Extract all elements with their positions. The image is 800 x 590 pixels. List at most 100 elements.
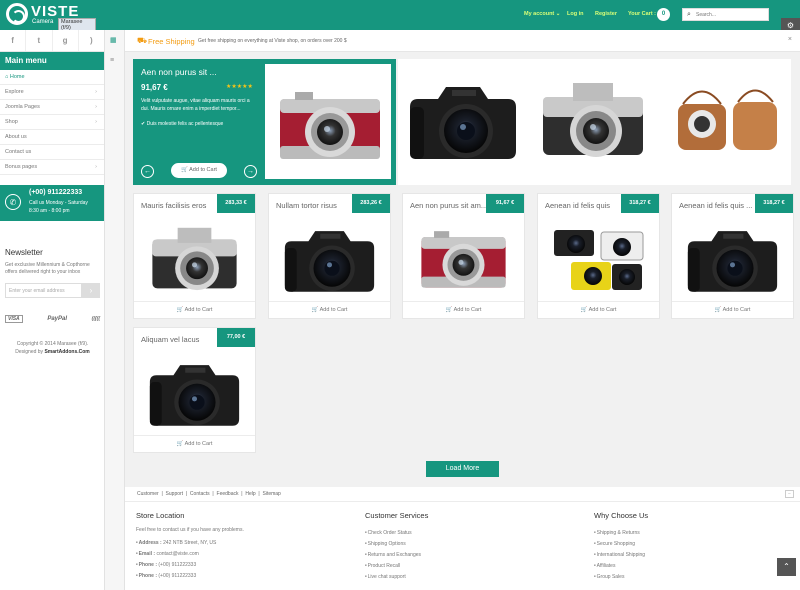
product-name[interactable]: Aen non purus sit am... xyxy=(410,201,486,210)
footer-link[interactable]: Shipping Options xyxy=(365,538,428,549)
visa-icon: VISA xyxy=(5,315,23,323)
phone-icon: ✆ xyxy=(5,194,21,210)
rss-icon[interactable]: ) xyxy=(79,30,104,51)
social-links: f t g ) xyxy=(0,30,104,52)
google-plus-icon[interactable]: g xyxy=(53,30,79,51)
product-card[interactable]: Nullam tortor risus 283,26 € 🛒 Add to Ca… xyxy=(268,193,391,319)
newsletter-email-input[interactable]: Enter your email address xyxy=(5,283,82,298)
header-bar: VISTE Camera Marasee (f/9) My account ⌄ … xyxy=(0,0,800,32)
store-intro: Feel free to contact us if you have any … xyxy=(136,527,244,533)
footer-link-sitemap[interactable]: Sitemap xyxy=(263,491,281,497)
featured-image[interactable] xyxy=(265,64,391,179)
product-image[interactable] xyxy=(277,216,382,296)
close-icon[interactable]: × xyxy=(788,36,792,43)
store-address: Address : 242 NTB Street, NY, US xyxy=(136,537,244,548)
add-to-cart-button[interactable]: 🛒 Add to Cart xyxy=(403,301,524,318)
sidebar: f t g ) Main menu ⌂ Home Explore › Joomla… xyxy=(0,30,105,590)
next-arrow-icon[interactable]: → xyxy=(244,165,257,178)
product-name[interactable]: Aliquam vel lacus xyxy=(141,335,217,344)
your-cart-link[interactable]: Your Cart : xyxy=(628,11,656,17)
site-logo[interactable]: VISTE Camera Marasee (f/9) xyxy=(6,3,96,32)
footer-link-contacts[interactable]: Contacts xyxy=(190,491,210,497)
product-image[interactable] xyxy=(411,216,516,296)
collapse-icon[interactable]: − xyxy=(785,490,794,498)
footer-link[interactable]: Secure Shopping xyxy=(594,538,648,549)
product-name[interactable]: Aenean id felis quis ... xyxy=(679,201,755,210)
back-to-top-icon[interactable]: ⌃ xyxy=(777,558,796,576)
footer-link-support[interactable]: Support xyxy=(166,491,184,497)
register-link[interactable]: Register xyxy=(595,11,617,17)
add-to-cart-button[interactable]: 🛒 Add to Cart xyxy=(134,435,255,452)
rating-stars: ★★★★★ xyxy=(226,84,253,90)
featured-check-item: ✔ Duis molestie felis ac pellentesque xyxy=(141,121,224,127)
designer-link[interactable]: SmartAddons.Com xyxy=(44,349,89,355)
footer-link[interactable]: Group Sales xyxy=(594,571,648,582)
prev-arrow-icon[interactable]: ← xyxy=(141,165,154,178)
product-card[interactable]: Aenean id felis quis 318,27 € 🛒 Add to C… xyxy=(537,193,660,319)
search-input[interactable] xyxy=(696,10,766,20)
newsletter-submit-button[interactable]: › xyxy=(82,283,100,298)
list-view-icon[interactable]: ≡ xyxy=(110,57,114,64)
gallery-image-fuji-dslr[interactable] xyxy=(408,64,518,179)
product-gallery xyxy=(398,59,791,185)
product-name[interactable]: Mauris facilisis eros xyxy=(141,201,217,210)
grid-view-icon[interactable]: ▦ xyxy=(110,36,117,44)
contactless-icon: ((((( xyxy=(91,316,100,322)
footer-link[interactable]: Returns and Exchanges xyxy=(365,549,428,560)
footer-link[interactable]: Shipping & Returns xyxy=(594,527,648,538)
product-image[interactable] xyxy=(546,218,651,296)
product-name[interactable]: Nullam tortor risus xyxy=(276,201,352,210)
arrow-right-icon: › xyxy=(89,286,93,295)
copyright: Copyright © 2014 Marasee (f/9). Designed… xyxy=(0,340,105,356)
product-image[interactable] xyxy=(142,216,247,296)
product-name[interactable]: Aenean id felis quis xyxy=(545,201,621,210)
login-link[interactable]: Log in xyxy=(567,11,584,17)
phone-number: (+00) 911222333 xyxy=(29,189,83,196)
sidebar-item-about-us[interactable]: About us xyxy=(0,130,104,145)
cart-count-badge[interactable]: 0 xyxy=(657,8,670,21)
call-hours: Call us Monday - Saturday xyxy=(29,200,88,206)
my-account-menu[interactable]: My account ⌄ xyxy=(524,11,560,17)
footer-link[interactable]: Check Order Status xyxy=(365,527,428,538)
footer-link-customer[interactable]: Customer xyxy=(137,491,159,497)
footer: Customer | Support | Contacts | Feedback… xyxy=(125,487,800,590)
footer-link-feedback[interactable]: Feedback xyxy=(217,491,239,497)
product-price: 283,26 € xyxy=(352,194,390,213)
product-price: 318,27 € xyxy=(755,194,793,213)
why-choose-us-column: Why Choose Us Shipping & Returns Secure … xyxy=(594,511,648,582)
twitter-icon[interactable]: t xyxy=(26,30,53,51)
sidebar-item-contact-us[interactable]: Contact us xyxy=(0,145,104,160)
gallery-image-leather-camera[interactable] xyxy=(673,74,783,169)
product-card[interactable]: Aliquam vel lacus 77,00 € 🛒 Add to Cart xyxy=(133,327,256,453)
footer-link-help[interactable]: Help xyxy=(245,491,255,497)
featured-add-to-cart-button[interactable]: 🛒 Add to Cart xyxy=(171,163,227,178)
sidebar-item-home[interactable]: ⌂ Home xyxy=(0,70,104,85)
gallery-image-fuji-compact[interactable] xyxy=(538,64,648,179)
add-to-cart-button[interactable]: 🛒 Add to Cart xyxy=(672,301,793,318)
product-card[interactable]: Aenean id felis quis ... 318,27 € 🛒 Add … xyxy=(671,193,794,319)
product-card[interactable]: Aen non purus sit am... 91,67 € 🛒 Add to… xyxy=(402,193,525,319)
store-email: Email : contact@viste.com xyxy=(136,548,244,559)
add-to-cart-button[interactable]: 🛒 Add to Cart xyxy=(134,301,255,318)
footer-link[interactable]: Affiliates xyxy=(594,560,648,571)
product-image[interactable] xyxy=(680,216,785,296)
sidebar-item-joomla-pages[interactable]: Joomla Pages › xyxy=(0,100,104,115)
product-card[interactable]: Mauris facilisis eros 283,33 € 🛒 Add to … xyxy=(133,193,256,319)
sidebar-item-bonus-pages[interactable]: Bonus pages › xyxy=(0,160,104,175)
footer-link[interactable]: Live chat support xyxy=(365,571,428,582)
footer-link[interactable]: International Shipping xyxy=(594,549,648,560)
footer-link[interactable]: Product Recall xyxy=(365,560,428,571)
facebook-icon[interactable]: f xyxy=(0,30,27,51)
featured-title[interactable]: Aen non purus sit ... xyxy=(141,67,217,77)
why-choose-us-title: Why Choose Us xyxy=(594,511,649,520)
sidebar-item-shop[interactable]: Shop › xyxy=(0,115,104,130)
paypal-icon: PayPal xyxy=(47,316,68,322)
product-image[interactable] xyxy=(142,350,247,430)
search-icon[interactable]: ⌕ xyxy=(687,11,691,19)
product-price: 91,67 € xyxy=(486,194,524,213)
add-to-cart-button[interactable]: 🛒 Add to Cart xyxy=(538,301,659,318)
sidebar-item-explore[interactable]: Explore › xyxy=(0,85,104,100)
load-more-button[interactable]: Load More xyxy=(426,461,499,477)
add-to-cart-button[interactable]: 🛒 Add to Cart xyxy=(269,301,390,318)
product-price: 77,00 € xyxy=(217,328,255,347)
